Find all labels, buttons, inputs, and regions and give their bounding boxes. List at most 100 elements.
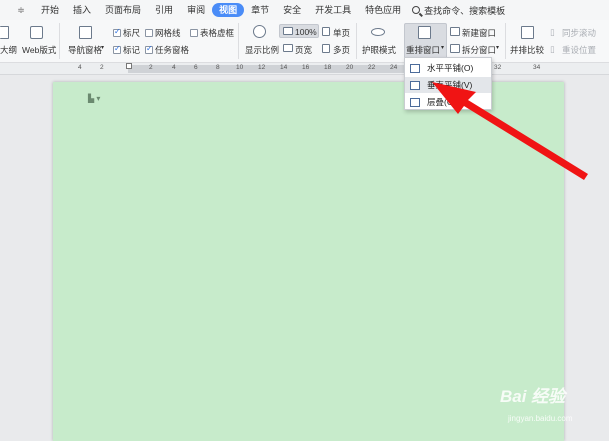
document-page[interactable] — [53, 82, 564, 441]
ruler-toggle[interactable]: 标尺 — [113, 27, 140, 39]
nav-pane-button[interactable]: 导航窗格 — [68, 44, 102, 56]
ruler-label: 18 — [324, 64, 332, 71]
magnifier-icon — [253, 25, 266, 38]
watermark-url: jingyan.baidu.com — [508, 414, 573, 423]
multi-page-button[interactable]: 多页 — [333, 44, 350, 56]
horizontal-ruler[interactable]: 4 2 2 4 6 8 10 12 14 16 18 20 22 24 26 2… — [0, 63, 609, 75]
ruler-label: 24 — [390, 64, 398, 71]
tab-references[interactable]: 引用 — [148, 3, 180, 17]
ruler-label: 12 — [258, 64, 266, 71]
menu-item-cascade[interactable]: 层叠(C) — [405, 94, 491, 110]
ruler-label: 2 — [149, 64, 153, 71]
view-ribbon: 大纲 Web版式 导航窗格 ▾ 标尺 标记 网格线 任务窗格 表格虚框 显示比例… — [0, 20, 609, 63]
search-icon — [412, 6, 421, 14]
ruler-label: 6 — [194, 64, 198, 71]
ruler-label: 标尺 — [123, 28, 141, 38]
ruler-label: 8 — [216, 64, 220, 71]
sync-scroll-icon: ▯ — [550, 27, 555, 37]
tab-home[interactable]: 开始 — [34, 3, 66, 17]
tab-review[interactable]: 审阅 — [180, 3, 212, 17]
ruler-label: 2 — [100, 64, 104, 71]
zoom-100-label: 100% — [295, 27, 317, 37]
menu-item-label: 层叠(C) — [427, 97, 456, 107]
new-window-icon — [450, 27, 460, 36]
show-scale-button[interactable]: 显示比例 — [245, 44, 279, 56]
arrange-windows-icon — [418, 26, 431, 39]
tab-view[interactable]: 视图 — [212, 3, 245, 17]
task-pane-toggle[interactable]: 任务窗格 — [145, 44, 189, 56]
separator — [356, 23, 357, 59]
ruler-label: 4 — [172, 64, 176, 71]
ruler-label: 20 — [346, 64, 354, 71]
web-layout-icon — [30, 26, 43, 39]
ruler-label: 14 — [280, 64, 288, 71]
tab-section[interactable]: 章节 — [244, 3, 276, 17]
eye-mode-button[interactable]: 护眼模式 — [362, 44, 396, 56]
task-pane-label: 任务窗格 — [155, 45, 190, 55]
side-by-side-icon — [521, 26, 534, 39]
command-search[interactable]: 查找命令、搜索模板 — [412, 4, 505, 17]
indent-marker[interactable] — [126, 63, 132, 69]
arrange-windows-label: 重排窗口 — [406, 45, 441, 55]
task-pane-checkbox[interactable] — [145, 44, 153, 54]
eye-icon — [371, 28, 385, 36]
zoom-100-icon — [283, 27, 293, 35]
single-page-button[interactable]: 单页 — [333, 27, 350, 39]
tile-horizontal-icon — [410, 63, 420, 73]
separator — [59, 23, 60, 59]
gridlines-label: 网格线 — [155, 28, 181, 38]
tab-special-apps[interactable]: 特色应用 — [358, 3, 408, 17]
ruler-checkbox[interactable] — [113, 27, 121, 37]
outline-button[interactable]: 大纲 — [0, 44, 17, 56]
tab-insert[interactable]: 插入 — [66, 3, 98, 17]
mark-checkbox[interactable] — [113, 44, 121, 54]
menu-item-tile-vertical[interactable]: 垂直平铺(V) — [405, 77, 491, 93]
arrange-windows-dropdown-icon: ▾ — [441, 45, 445, 51]
page-width-button[interactable]: 页宽 — [295, 44, 312, 56]
menu-item-tile-horizontal[interactable]: 水平平铺(O) — [405, 60, 491, 76]
split-window-button[interactable]: 拆分窗口 — [462, 44, 496, 56]
tab-page-layout[interactable]: 页面布局 — [98, 3, 148, 17]
arrange-windows-menu: 水平平铺(O) 垂直平铺(V) 层叠(C) — [404, 57, 492, 110]
ruler-label: 32 — [494, 64, 502, 71]
single-page-icon — [322, 27, 330, 36]
paragraph-handle-icon[interactable]: ▙ ▾ — [88, 94, 100, 103]
separator — [505, 23, 506, 59]
ruler-label: 10 — [236, 64, 244, 71]
nav-pane-icon — [79, 26, 92, 39]
table-gridlines-label: 表格虚框 — [200, 28, 235, 38]
ruler-label: 34 — [533, 64, 541, 71]
tab-developer[interactable]: 开发工具 — [308, 3, 358, 17]
table-gridlines-checkbox[interactable] — [190, 29, 198, 37]
menu-item-label: 水平平铺(O) — [427, 63, 474, 73]
split-window-icon — [450, 44, 460, 53]
sync-scroll-button[interactable]: 同步滚动 — [562, 27, 596, 39]
gridlines-checkbox[interactable] — [145, 29, 153, 37]
ruler-label: 4 — [78, 64, 82, 71]
multi-page-icon — [322, 44, 330, 53]
menu-tab-bar: ≑ 开始 插入 页面布局 引用 审阅 视图 章节 安全 开发工具 特色应用 查找… — [0, 0, 609, 20]
reset-position-button[interactable]: 重设位置 — [562, 44, 596, 56]
ruler-label: 16 — [302, 64, 310, 71]
reset-position-icon: ▯ — [550, 44, 555, 54]
outline-icon — [0, 26, 9, 39]
mark-toggle[interactable]: 标记 — [113, 44, 140, 56]
web-layout-button[interactable]: Web版式 — [22, 44, 56, 56]
quick-access-icon[interactable]: ≑ — [16, 5, 26, 16]
side-by-side-button[interactable]: 并排比较 — [510, 44, 544, 56]
watermark-brand: Bai 经验 — [500, 387, 566, 406]
tab-security[interactable]: 安全 — [276, 3, 308, 17]
new-window-button[interactable]: 新建窗口 — [462, 27, 496, 39]
page-width-icon — [283, 44, 293, 52]
menu-item-label: 垂直平铺(V) — [427, 80, 473, 90]
mark-label: 标记 — [123, 45, 141, 55]
table-gridlines-toggle[interactable]: 表格虚框 — [190, 27, 234, 39]
tile-vertical-icon — [410, 80, 420, 90]
separator — [238, 23, 239, 59]
gridlines-toggle[interactable]: 网格线 — [145, 27, 181, 39]
ruler-label: 22 — [368, 64, 376, 71]
nav-pane-dropdown-icon[interactable]: ▾ — [101, 44, 104, 51]
cascade-icon — [410, 97, 420, 107]
command-search-label: 查找命令、搜索模板 — [424, 5, 506, 16]
split-window-dropdown-icon[interactable]: ▾ — [496, 44, 499, 51]
